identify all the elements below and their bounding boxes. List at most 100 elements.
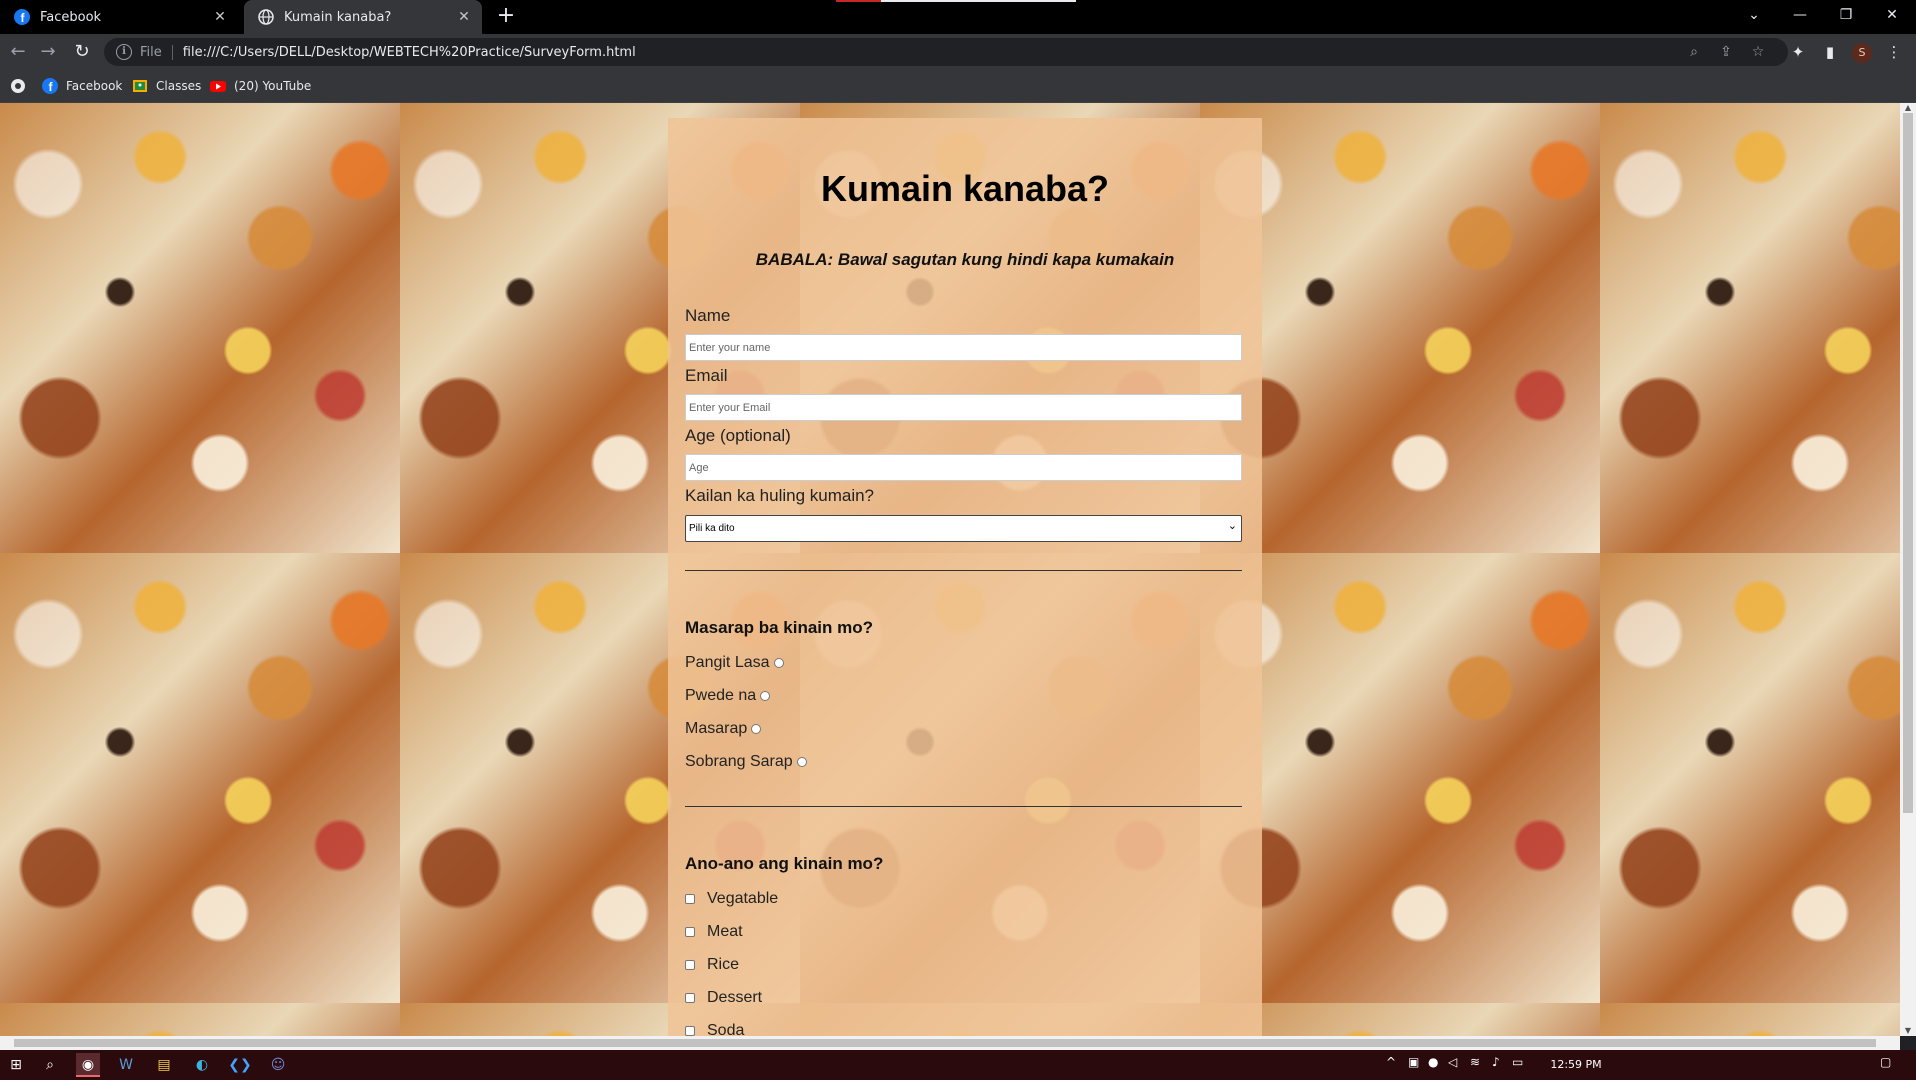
reload-icon[interactable]: ↻ [70, 40, 94, 64]
bookmark-label: Classes [156, 79, 202, 93]
checkbox-label: Soda [707, 1022, 745, 1036]
radio-option[interactable]: Sobrang Sarap [685, 753, 807, 771]
radio-button[interactable] [796, 757, 807, 767]
last-ate-label: Kailan ka huling kumain? [685, 486, 875, 505]
radio-label: Pwede na [685, 687, 757, 704]
tab-title: Facebook [40, 9, 102, 25]
food-question: Ano-ano ang kinain mo? [685, 854, 884, 873]
close-icon[interactable]: ✕ [212, 9, 228, 25]
search-icon[interactable]: ⌕ [38, 1053, 62, 1077]
youtube-icon [210, 81, 226, 92]
scroll-thumb[interactable] [14, 1039, 1876, 1047]
checkbox-option[interactable]: Rice [685, 956, 739, 974]
battery-icon[interactable]: ▭ [1512, 1055, 1523, 1069]
forward-icon[interactable]: → [36, 40, 60, 64]
email-input[interactable]: Enter your Email [685, 394, 1242, 421]
scroll-up-icon[interactable]: ▲ [1900, 103, 1916, 113]
globe-icon [11, 79, 25, 93]
checkbox[interactable] [685, 927, 695, 937]
checkbox-label: Rice [707, 956, 740, 973]
checkbox-label: Dessert [707, 989, 763, 1006]
side-panel-icon[interactable]: ▮ [1818, 40, 1842, 64]
windows-start-icon[interactable]: ⊞ [4, 1053, 28, 1077]
tab-kumain-kanaba[interactable]: Kumain kanaba? ✕ [244, 0, 482, 34]
checkbox[interactable] [685, 1026, 695, 1036]
microphone-icon[interactable]: ● [1428, 1055, 1438, 1069]
radio-button[interactable] [751, 724, 762, 734]
chevron-down-icon: ⌄ [1227, 520, 1237, 532]
close-icon[interactable]: ✕ [456, 9, 472, 25]
survey-form: Kumain kanaba? BABALA: Bawal sagutan kun… [668, 118, 1262, 1036]
file-explorer-icon[interactable]: ▤ [152, 1053, 176, 1077]
edge-icon[interactable]: ◐ [190, 1053, 214, 1077]
checkbox-option[interactable]: Vegatable [685, 890, 778, 908]
radio-option[interactable]: Pwede na [685, 687, 771, 705]
bookmark-facebook[interactable]: f Facebook [42, 77, 122, 95]
clock[interactable]: 12:59 PM [1536, 1050, 1616, 1080]
menu-icon[interactable]: ⋮ [1882, 40, 1906, 64]
name-input[interactable]: Enter your name [685, 334, 1242, 361]
checkbox-label: Meat [707, 923, 743, 940]
profile-avatar[interactable]: S [1852, 43, 1872, 63]
new-tab-icon[interactable]: + [494, 4, 518, 28]
facebook-icon: f [42, 78, 58, 94]
checkbox-label: Vegatable [707, 890, 779, 907]
address-bar[interactable]: i File file:///C:/Users/DELL/Desktop/WEB… [104, 38, 1788, 66]
network-icon[interactable]: ▣ [1408, 1055, 1419, 1069]
checkbox-option[interactable]: Dessert [685, 989, 762, 1007]
back-icon[interactable]: ← [6, 40, 30, 64]
divider [685, 570, 1242, 571]
discord-icon[interactable]: ☺ [266, 1053, 290, 1077]
loading-indicator-red [836, 0, 881, 2]
info-icon[interactable]: i [116, 44, 132, 60]
page-title: Kumain kanaba? [820, 168, 1110, 209]
horizontal-scrollbar[interactable] [0, 1036, 1900, 1050]
radio-option[interactable]: Pangit Lasa [685, 654, 784, 672]
bookmark-star-icon[interactable]: ☆ [1748, 42, 1768, 62]
tab-facebook[interactable]: f Facebook ✕ [0, 0, 238, 34]
bookmark-youtube[interactable]: (20) YouTube [210, 77, 311, 95]
bookmark-classes[interactable]: Classes [132, 77, 201, 95]
scroll-thumb[interactable] [1903, 113, 1913, 813]
radio-button[interactable] [773, 658, 784, 668]
vertical-scrollbar[interactable]: ▲ ▼ [1900, 103, 1916, 1036]
volume-icon[interactable]: ◁ [1448, 1055, 1457, 1069]
checkbox[interactable] [685, 960, 695, 970]
zoom-icon[interactable]: ⌕ [1684, 42, 1704, 62]
notification-icon[interactable]: ▢ [1880, 1055, 1891, 1069]
taste-question: Masarap ba kinain mo? [685, 618, 873, 637]
chrome-icon[interactable]: ◉ [76, 1053, 100, 1077]
checkbox-option[interactable]: Meat [685, 923, 743, 941]
apps-icon[interactable] [10, 77, 34, 95]
vscode-icon[interactable]: ❮❯ [228, 1053, 252, 1077]
bookmarks-bar: f Facebook Classes (20) YouTube [0, 70, 1916, 103]
warning-text: BABALA: Bawal sagutan kung hindi kapa ku… [755, 250, 1175, 269]
scroll-down-icon[interactable]: ▼ [1900, 1026, 1916, 1036]
tab-search-icon[interactable]: ⌄ [1732, 0, 1776, 30]
extensions-icon[interactable]: ✦ [1786, 40, 1810, 64]
radio-label: Sobrang Sarap [685, 753, 793, 770]
radio-button[interactable] [760, 691, 771, 701]
last-ate-dropdown[interactable]: Pili ka dito ⌄ [685, 515, 1242, 542]
chevron-up-icon[interactable]: ^ [1386, 1055, 1396, 1069]
bookmark-label: (20) YouTube [234, 79, 312, 93]
speaker-icon[interactable]: ♪ [1492, 1055, 1500, 1069]
share-icon[interactable]: ⇪ [1716, 42, 1736, 62]
checkbox[interactable] [685, 894, 695, 904]
checkbox[interactable] [685, 993, 695, 1003]
checkbox-option[interactable]: Soda [685, 1022, 744, 1036]
classroom-icon [133, 80, 147, 92]
restore-icon[interactable]: ❐ [1824, 0, 1868, 30]
globe-icon [258, 9, 274, 25]
url-text[interactable]: file:///C:/Users/DELL/Desktop/WEBTECH%20… [183, 45, 636, 60]
radio-label: Masarap [685, 720, 748, 737]
close-window-icon[interactable]: ✕ [1870, 0, 1914, 30]
radio-option[interactable]: Masarap [685, 720, 762, 738]
age-input[interactable]: Age [685, 454, 1242, 481]
minimize-icon[interactable]: — [1778, 0, 1822, 30]
word-icon[interactable]: W [114, 1053, 138, 1077]
facebook-icon: f [14, 9, 30, 25]
radio-label: Pangit Lasa [685, 654, 770, 671]
browser-toolbar: ← → ↻ i File file:///C:/Users/DELL/Deskt… [0, 34, 1916, 70]
wifi-icon[interactable]: ≋ [1470, 1055, 1480, 1069]
